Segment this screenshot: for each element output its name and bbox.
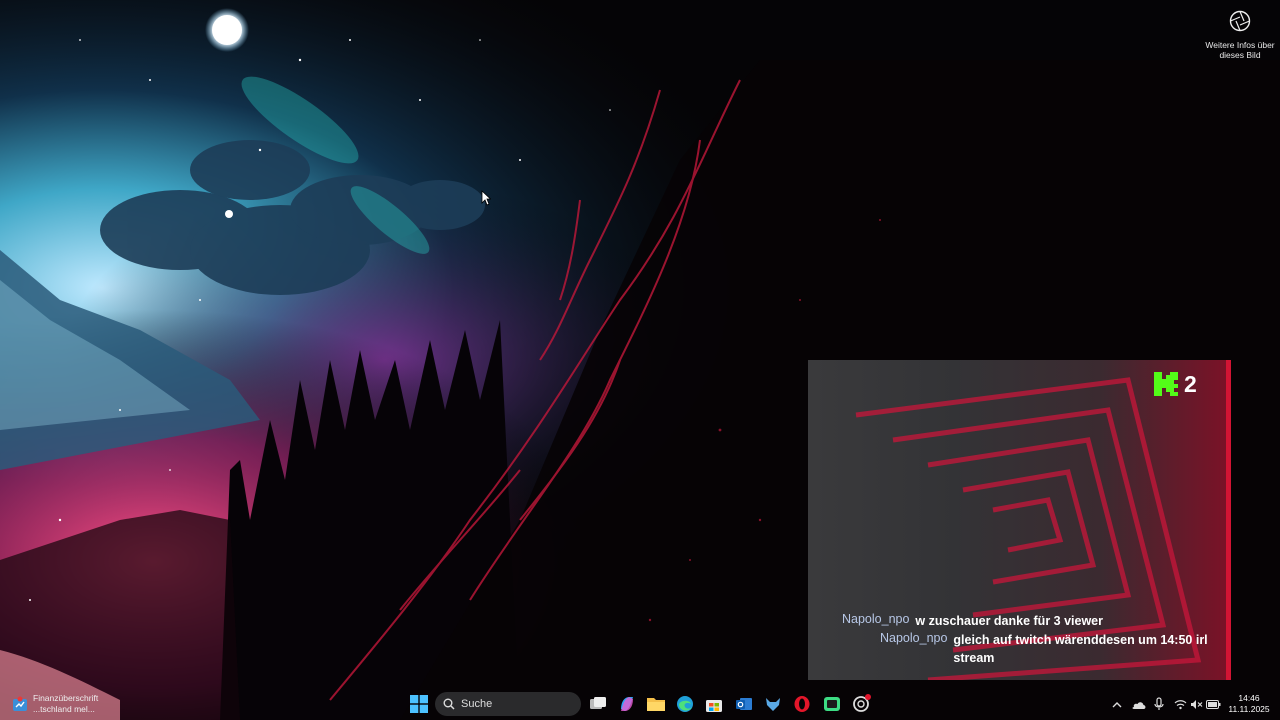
widget-headline-line2: ...tschland mel... bbox=[33, 704, 95, 714]
chatgpt-icon bbox=[853, 694, 871, 712]
chat-username: Napolo_npo bbox=[880, 631, 948, 645]
kick-k-icon bbox=[1154, 372, 1178, 396]
finance-news-icon bbox=[13, 696, 27, 711]
mouse-cursor-icon bbox=[481, 190, 491, 206]
volume-button[interactable] bbox=[1189, 696, 1203, 712]
chat-username: Napolo_npo bbox=[842, 612, 910, 626]
chevron-up-icon bbox=[1112, 701, 1122, 707]
microphone-icon bbox=[1154, 697, 1164, 710]
copilot-icon bbox=[621, 697, 633, 711]
stream-chat-overlay: 2 Napolo_npo w zuschauer danke für 3 vie… bbox=[808, 360, 1231, 680]
edge-browser-icon bbox=[677, 696, 693, 712]
clock-time: 14:46 bbox=[1238, 693, 1260, 703]
battery-icon bbox=[1205, 699, 1220, 709]
microsoft-store-button[interactable] bbox=[702, 692, 726, 716]
taskbar bbox=[0, 688, 1280, 720]
search-placeholder: Suche bbox=[461, 698, 493, 710]
android-app-button[interactable] bbox=[820, 692, 844, 716]
file-explorer-icon bbox=[647, 698, 665, 711]
taskbar-search-box[interactable]: Suche bbox=[435, 692, 581, 716]
opera-button[interactable] bbox=[790, 692, 814, 716]
chat-message-text: w zuschauer danke für 3 viewer bbox=[915, 614, 1103, 628]
microphone-button[interactable] bbox=[1152, 696, 1166, 712]
task-view-button[interactable] bbox=[586, 692, 610, 716]
task-view-icon bbox=[590, 697, 606, 709]
chat-message-text: gleich auf twitch wärenddesen um 14:50 i… bbox=[953, 633, 1208, 665]
volume-muted-icon bbox=[1190, 699, 1202, 709]
onedrive-button[interactable] bbox=[1130, 696, 1146, 712]
widgets-news-button[interactable]: Finanzüberschrift ...tschland mel... bbox=[10, 692, 120, 718]
microsoft-store-icon bbox=[706, 700, 722, 712]
chat-message: Napolo_npo gleich auf twitch wärenddesen… bbox=[880, 631, 1210, 667]
chat-message: Napolo_npo w zuschauer danke für 3 viewe… bbox=[842, 612, 1103, 630]
camera-aperture-icon bbox=[1229, 10, 1251, 32]
widget-headline-line1: Finanzüberschrift bbox=[33, 693, 99, 703]
spotlight-label-line1: Weitere Infos über bbox=[1205, 40, 1275, 50]
windows-start-icon bbox=[410, 695, 428, 713]
android-app-icon bbox=[824, 697, 840, 711]
outlook-icon bbox=[736, 698, 752, 710]
start-button[interactable] bbox=[407, 692, 431, 716]
chatgpt-button[interactable] bbox=[849, 692, 873, 716]
file-explorer-button[interactable] bbox=[644, 692, 668, 716]
wifi-button[interactable] bbox=[1173, 696, 1187, 712]
onedrive-icon bbox=[1132, 701, 1145, 709]
opera-icon bbox=[794, 696, 810, 712]
spotlight-label-line2: dieses Bild bbox=[1219, 50, 1261, 60]
kick-logo-number: 2 bbox=[1184, 371, 1197, 397]
edge-browser-button[interactable] bbox=[673, 692, 697, 716]
wifi-icon bbox=[1174, 699, 1186, 709]
search-icon bbox=[443, 698, 455, 710]
outlook-button[interactable] bbox=[732, 692, 756, 716]
clock-date: 11.11.2025 bbox=[1228, 704, 1270, 714]
kick-logo: 2 bbox=[1154, 372, 1197, 396]
battery-button[interactable] bbox=[1205, 696, 1221, 712]
spotlight-info-button[interactable]: Weitere Infos über dieses Bild bbox=[1202, 8, 1278, 60]
show-hidden-icons-button[interactable] bbox=[1110, 696, 1124, 712]
wolf-app-icon bbox=[766, 698, 780, 711]
copilot-button[interactable] bbox=[615, 692, 639, 716]
taskbar-clock[interactable]: 14:46 11.11.2025 bbox=[1222, 693, 1276, 715]
wolf-app-button[interactable] bbox=[761, 692, 785, 716]
